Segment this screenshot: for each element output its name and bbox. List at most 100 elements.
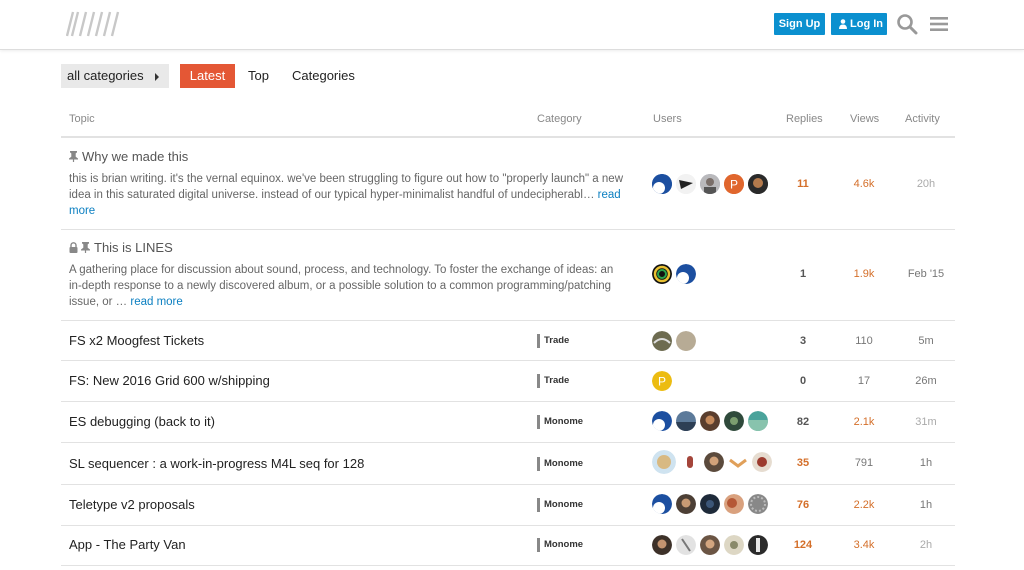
user-icon [839, 19, 847, 29]
avatar[interactable] [728, 452, 748, 472]
avatar[interactable] [748, 174, 768, 194]
avatar[interactable] [676, 494, 696, 514]
avatar[interactable] [652, 264, 672, 284]
avatar[interactable] [676, 535, 696, 555]
view-count: 1.9k [853, 268, 875, 280]
view-count: 791 [854, 457, 874, 469]
avatar[interactable] [704, 452, 724, 472]
hamburger-menu-icon[interactable] [928, 13, 950, 35]
topic-title[interactable]: SL sequencer : a work-in-progress M4L se… [69, 456, 364, 471]
avatar[interactable]: P [724, 174, 744, 194]
view-count: 2.2k [853, 499, 875, 511]
avatar[interactable] [724, 494, 744, 514]
reply-count[interactable]: 76 [783, 499, 823, 511]
view-count: 17 [857, 375, 871, 387]
column-header-replies[interactable]: Replies [786, 113, 823, 125]
avatar[interactable] [700, 411, 720, 431]
avatar[interactable] [748, 535, 768, 555]
tab-top[interactable]: Top [248, 64, 269, 88]
tab-latest[interactable]: Latest [180, 64, 235, 88]
svg-text:P: P [658, 375, 666, 389]
view-count: 2.1k [853, 416, 875, 428]
activity-time[interactable]: 5m [904, 335, 948, 347]
avatar[interactable] [652, 331, 672, 351]
lock-icon [69, 242, 78, 253]
topic-excerpt: this is brian writing. it's the vernal e… [69, 173, 623, 217]
topic-title[interactable]: App - The Party Van [69, 537, 186, 552]
category-dropdown[interactable]: all categories [61, 64, 169, 88]
column-header-views[interactable]: Views [850, 113, 879, 125]
avatar[interactable] [724, 535, 744, 555]
view-count: 4.6k [853, 178, 875, 190]
activity-time[interactable]: 20h [904, 178, 948, 190]
log-in-button[interactable]: Log In [831, 13, 887, 35]
activity-time[interactable]: 31m [904, 416, 948, 428]
avatar[interactable] [652, 535, 672, 555]
topic-row[interactable]: SL sequencer : a work-in-progress M4L se… [61, 443, 955, 485]
reply-count[interactable]: 35 [783, 457, 823, 469]
avatar[interactable] [700, 174, 720, 194]
read-more-link[interactable]: read more [130, 296, 182, 308]
avatar[interactable] [700, 535, 720, 555]
reply-count[interactable]: 82 [783, 416, 823, 428]
reply-count[interactable]: 11 [783, 178, 823, 190]
avatar[interactable] [676, 331, 696, 351]
topic-row[interactable]: FS x2 Moogfest Tickets Trade 3 110 5m [61, 321, 955, 361]
column-header-category: Category [537, 113, 582, 125]
activity-time[interactable]: 2h [904, 539, 948, 551]
topic-title[interactable]: Why we made this [69, 149, 188, 164]
activity-time[interactable]: 1h [904, 457, 948, 469]
category-badge[interactable]: Monome [537, 538, 583, 552]
avatar[interactable] [748, 494, 768, 514]
topic-excerpt: A gathering place for discussion about s… [69, 264, 614, 308]
topic-row[interactable]: App - The Party Van Monome 124 3.4k 2h [61, 526, 955, 566]
avatar[interactable] [676, 174, 696, 194]
topic-title[interactable]: FS: New 2016 Grid 600 w/shipping [69, 373, 270, 388]
category-badge[interactable]: Trade [537, 374, 569, 388]
avatar[interactable] [748, 411, 768, 431]
site-header: Sign Up Log In [0, 0, 1024, 50]
svg-text:P: P [730, 178, 738, 192]
avatar[interactable] [652, 494, 672, 514]
avatar[interactable]: P [652, 371, 672, 391]
tab-categories[interactable]: Categories [292, 64, 355, 88]
log-in-label: Log In [850, 18, 883, 30]
topic-title[interactable]: This is LINES [69, 240, 173, 255]
category-badge[interactable]: Trade [537, 334, 569, 348]
reply-count[interactable]: 0 [783, 375, 823, 387]
column-header-activity[interactable]: Activity [905, 113, 940, 125]
topic-title[interactable]: FS x2 Moogfest Tickets [69, 333, 204, 348]
reply-count[interactable]: 3 [783, 335, 823, 347]
topic-title[interactable]: Teletype v2 proposals [69, 497, 195, 512]
search-icon[interactable] [896, 13, 918, 35]
caret-right-icon [155, 73, 159, 81]
category-badge[interactable]: Monome [537, 415, 583, 429]
avatar[interactable] [680, 452, 700, 472]
avatar[interactable] [752, 452, 772, 472]
avatar[interactable] [676, 264, 696, 284]
reply-count[interactable]: 124 [783, 539, 823, 551]
sign-up-button[interactable]: Sign Up [774, 13, 825, 35]
activity-time[interactable]: Feb '15 [904, 268, 948, 280]
activity-time[interactable]: 26m [904, 375, 948, 387]
topic-row[interactable]: ES debugging (back to it) Monome 82 2.1k… [61, 402, 955, 443]
topic-row[interactable]: Why we made this this is brian writing. … [61, 138, 955, 230]
topic-row[interactable]: FS: New 2016 Grid 600 w/shipping Trade P… [61, 361, 955, 402]
category-badge[interactable]: Monome [537, 498, 583, 512]
avatar[interactable] [700, 494, 720, 514]
avatar[interactable] [724, 411, 744, 431]
category-badge[interactable]: Monome [537, 457, 583, 471]
topic-row[interactable]: Teletype v2 proposals Monome 76 2.2k 1h [61, 485, 955, 526]
topic-row[interactable]: This is LINES A gathering place for disc… [61, 230, 955, 321]
avatar[interactable] [652, 174, 672, 194]
activity-time[interactable]: 1h [904, 499, 948, 511]
category-dropdown-label: all categories [67, 68, 144, 83]
lines-logo[interactable] [66, 10, 122, 38]
avatar[interactable] [652, 411, 672, 431]
reply-count[interactable]: 1 [783, 268, 823, 280]
view-count: 110 [855, 335, 873, 347]
avatar[interactable] [652, 450, 676, 474]
column-header-topic[interactable]: Topic [69, 113, 95, 125]
topic-title[interactable]: ES debugging (back to it) [69, 414, 215, 429]
avatar[interactable] [676, 411, 696, 431]
